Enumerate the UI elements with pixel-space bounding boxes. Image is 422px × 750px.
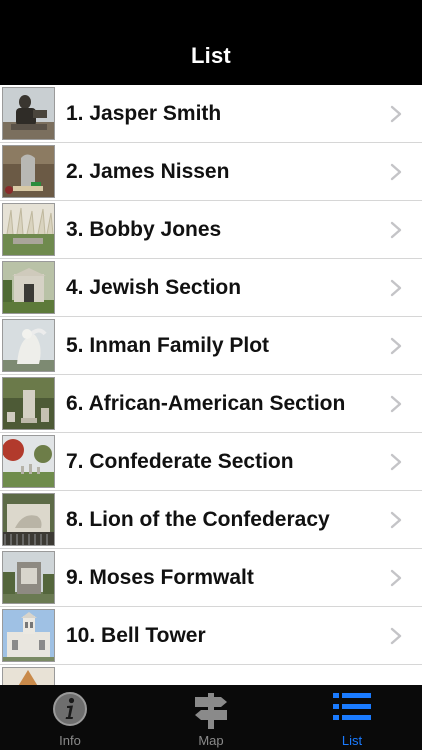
thumbnail-image (2, 261, 55, 314)
list-item-label: 1. Jasper Smith (66, 102, 222, 125)
info-icon (53, 692, 87, 726)
chevron-right-icon (390, 395, 402, 413)
chevron-right-icon (390, 279, 402, 297)
list-item[interactable] (0, 665, 422, 685)
list-item-label: 10. Bell Tower (66, 624, 206, 647)
list-item[interactable]: 7. Confederate Section (0, 433, 422, 491)
tab-bar: Info Map List (0, 685, 422, 750)
tab-map[interactable]: Map (141, 685, 281, 750)
list-item[interactable]: 1. Jasper Smith (0, 85, 422, 143)
list-item-label: 2. James Nissen (66, 160, 230, 183)
tab-list[interactable]: List (282, 685, 422, 750)
tab-label: Map (198, 733, 224, 748)
chevron-right-icon (390, 627, 402, 645)
thumbnail-image (2, 435, 55, 488)
page-title: List (191, 43, 231, 68)
chevron-right-icon (390, 163, 402, 181)
chevron-right-icon (390, 337, 402, 355)
location-list[interactable]: 1. Jasper Smith 2. James Nissen 3. Bobby… (0, 85, 422, 685)
chevron-right-icon (390, 105, 402, 123)
list-icon (333, 693, 371, 720)
chevron-right-icon (390, 569, 402, 587)
chevron-right-icon (390, 221, 402, 239)
list-item[interactable]: 6. African-American Section (0, 375, 422, 433)
list-item[interactable]: 3. Bobby Jones (0, 201, 422, 259)
navigation-bar: List (0, 0, 422, 85)
list-item-label: 5. Inman Family Plot (66, 334, 270, 357)
thumbnail-image (2, 203, 55, 256)
chevron-right-icon (390, 511, 402, 529)
list-item-label: 9. Moses Formwalt (66, 566, 254, 589)
thumbnail-image (2, 87, 55, 140)
list-item-label: 3. Bobby Jones (66, 218, 222, 241)
list-item[interactable]: 5. Inman Family Plot (0, 317, 422, 375)
tab-info[interactable]: Info (0, 685, 140, 750)
thumbnail-image (2, 377, 55, 430)
thumbnail-image (2, 551, 55, 604)
list-item-label: 4. Jewish Section (66, 276, 242, 299)
list-item-label: 7. Confederate Section (66, 450, 294, 473)
chevron-right-icon (390, 453, 402, 471)
list-item[interactable]: 4. Jewish Section (0, 259, 422, 317)
list-item[interactable]: 10. Bell Tower (0, 607, 422, 665)
list-item-label: 6. African-American Section (66, 392, 346, 415)
thumbnail-image (2, 609, 55, 662)
tab-label: Info (59, 733, 81, 748)
list-item[interactable]: 2. James Nissen (0, 143, 422, 201)
signpost-icon (195, 693, 227, 729)
list-item[interactable]: 8. Lion of the Confederacy (0, 491, 422, 549)
list-item-label: 8. Lion of the Confederacy (66, 508, 330, 531)
list-item[interactable]: 9. Moses Formwalt (0, 549, 422, 607)
tab-label: List (341, 733, 363, 748)
thumbnail-image (2, 145, 55, 198)
thumbnail-image (2, 493, 55, 546)
thumbnail-image (2, 319, 55, 372)
thumbnail-image (2, 667, 55, 685)
